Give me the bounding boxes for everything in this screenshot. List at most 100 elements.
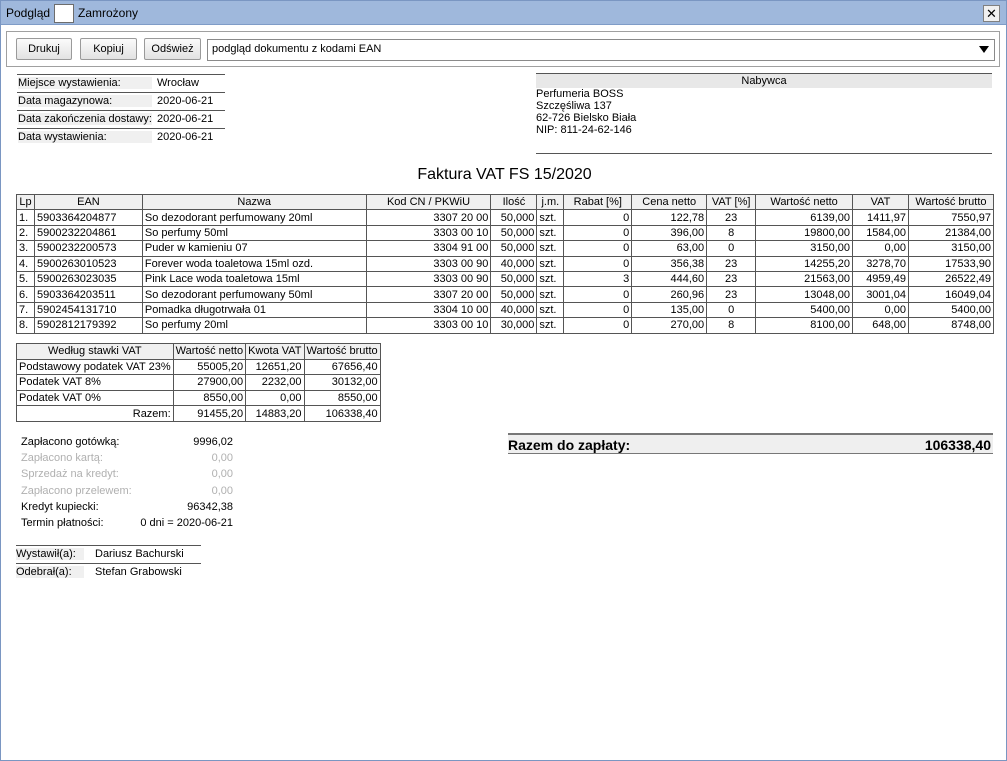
table-row: Podatek VAT 0% 8550,00 0,00 8550,00 [16,389,381,407]
cell-name: So dezodorant perfumowany 50ml [141,286,367,303]
cell-vat-amount: 1411,97 [852,209,909,226]
cell-name: So perfumy 50ml [141,224,367,242]
col-header: Lp [16,193,35,211]
cell-ean: 5903364204877 [33,209,143,226]
copy-button[interactable]: Kopiuj [80,38,137,60]
col-header: VAT [%] [706,193,757,211]
cell-vat-rate: 8 [706,317,757,334]
cell-cn-code: 3303 00 10 [365,317,492,334]
table-row: 8. 5902812179392 So perfumy 20ml 3303 00… [16,317,995,334]
cell-ean: 5902454131710 [33,301,143,319]
cell-ean: 5900263010523 [33,255,143,272]
table-row: 6. 5903364203511 So dezodorant perfumowa… [16,286,995,303]
cell-vat-rate: 23 [706,286,757,303]
cell-gross-value: 30132,00 [303,374,381,391]
cell-gross-value: 67656,40 [303,358,381,376]
close-button[interactable]: ✕ [983,5,1000,22]
meta-value: Wrocław [157,77,199,89]
cell-gross-value: 8748,00 [907,317,995,334]
col-header: VAT [852,193,909,211]
items-header-row: Lp EAN Nazwa Kod CN / PKWiU Ilość j.m. R… [16,193,995,211]
cell-discount: 0 [563,286,633,303]
cell-gross-value: 8550,00 [303,389,381,407]
refresh-button[interactable]: Odśwież [144,38,201,60]
freeze-checkbox[interactable] [54,4,74,23]
cell-vat-amount: 4959,49 [852,270,909,288]
col-header: Ilość [490,193,538,211]
cell-unit: szt. [536,286,565,303]
cell-net-value: 21563,00 [755,270,854,288]
received-by-name: Stefan Grabowski [95,566,182,578]
payment-value: 0,00 [211,468,233,480]
cell-net-value: 19800,00 [755,224,854,242]
payment-value: 9996,02 [193,436,233,448]
cell-name: So perfumy 20ml [141,317,367,334]
col-header: Cena netto [631,193,708,211]
cell-quantity: 40,000 [490,301,538,319]
col-header: EAN [33,193,143,211]
total-due-label: Razem do zapłaty: [508,437,631,453]
payment-merchant-credit: Kredyt kupiecki: 96342,38 [21,501,233,517]
payment-value: 0,00 [211,485,233,497]
meta-value: 2020-06-21 [157,113,214,125]
table-row: 1. 5903364204877 So dezodorant perfumowa… [16,209,995,226]
close-icon: ✕ [986,6,997,21]
payment-transfer: Zapłacono przelewem: 0,00 [21,485,233,501]
cell-ean: 5903364203511 [33,286,143,303]
cell-cn-code: 3307 20 00 [365,286,492,303]
table-row: 7. 5902454131710 Pomadka długotrwała 01 … [16,301,995,319]
cell-ean: 5900263023035 [33,270,143,288]
issued-by-label: Wystawił(a): [16,548,84,560]
payment-label: Zapłacono przelewem: [21,485,132,497]
col-header: Wartość brutto [303,343,381,360]
buyer-block: Nabywca Perfumeria BOSS Szczęśliwa 137 6… [536,73,992,154]
cell-gross-value: 7550,97 [907,209,995,226]
cell-net-price: 63,00 [631,240,708,257]
cell-vat-amount: 12651,20 [245,358,305,376]
cell-net-value: 14255,20 [755,255,854,272]
cell-lp: 6. [16,286,35,303]
cell-unit: szt. [536,255,565,272]
cell-name: So dezodorant perfumowany 20ml [141,209,367,226]
cell-net-value: 91455,20 [172,405,247,422]
cell-discount: 0 [563,224,633,242]
meta-label: Data wystawienia: [18,131,152,143]
meta-value: 2020-06-21 [157,95,214,107]
cell-net-value: 8550,00 [172,389,247,407]
meta-row-warehouse-date: Data magazynowa: 2020-06-21 [17,92,225,109]
cell-ean: 5900232200573 [33,240,143,257]
preview-window: Podgląd Zamrożony ✕ Drukuj Kopiuj Odświe… [0,0,1007,761]
cell-vat-rate: 23 [706,255,757,272]
preview-mode-select[interactable]: podgląd dokumentu z kodami EAN [207,39,995,61]
cell-vat-amount: 0,00 [852,301,909,319]
cell-net-price: 270,00 [631,317,708,334]
preview-mode-value: podgląd dokumentu z kodami EAN [212,43,382,55]
payment-label: Kredyt kupiecki: [21,501,99,513]
cell-rate-label: Podstawowy podatek VAT 23% [16,358,174,376]
payment-value: 0 dni = 2020-06-21 [140,517,233,529]
cell-total-label: Razem: [16,405,174,422]
payment-credit-sale: Sprzedaż na kredyt: 0,00 [21,468,233,484]
cell-lp: 5. [16,270,35,288]
cell-gross-value: 106338,40 [303,405,381,422]
cell-unit: szt. [536,317,565,334]
cell-vat-rate: 0 [706,301,757,319]
meta-label: Miejsce wystawienia: [18,77,152,89]
cell-net-value: 13048,00 [755,286,854,303]
col-header: Wartość brutto [907,193,995,211]
payment-card: Zapłacono kartą: 0,00 [21,452,233,468]
cell-lp: 7. [16,301,35,319]
col-header: Rabat [%] [563,193,633,211]
meta-value: 2020-06-21 [157,131,214,143]
table-row: Razem: 91455,20 14883,20 106338,40 [16,405,381,422]
buyer-city: 62-726 Bielsko Biała [536,112,637,124]
cell-cn-code: 3303 00 90 [365,255,492,272]
cell-net-price: 260,96 [631,286,708,303]
cell-vat-amount: 0,00 [852,240,909,257]
cell-net-value: 27900,00 [172,374,247,391]
cell-discount: 0 [563,240,633,257]
print-button[interactable]: Drukuj [16,38,72,60]
table-row: 5. 5900263023035 Pink Lace woda toaletow… [16,270,995,288]
cell-net-value: 8100,00 [755,317,854,334]
col-header: Kod CN / PKWiU [365,193,492,211]
